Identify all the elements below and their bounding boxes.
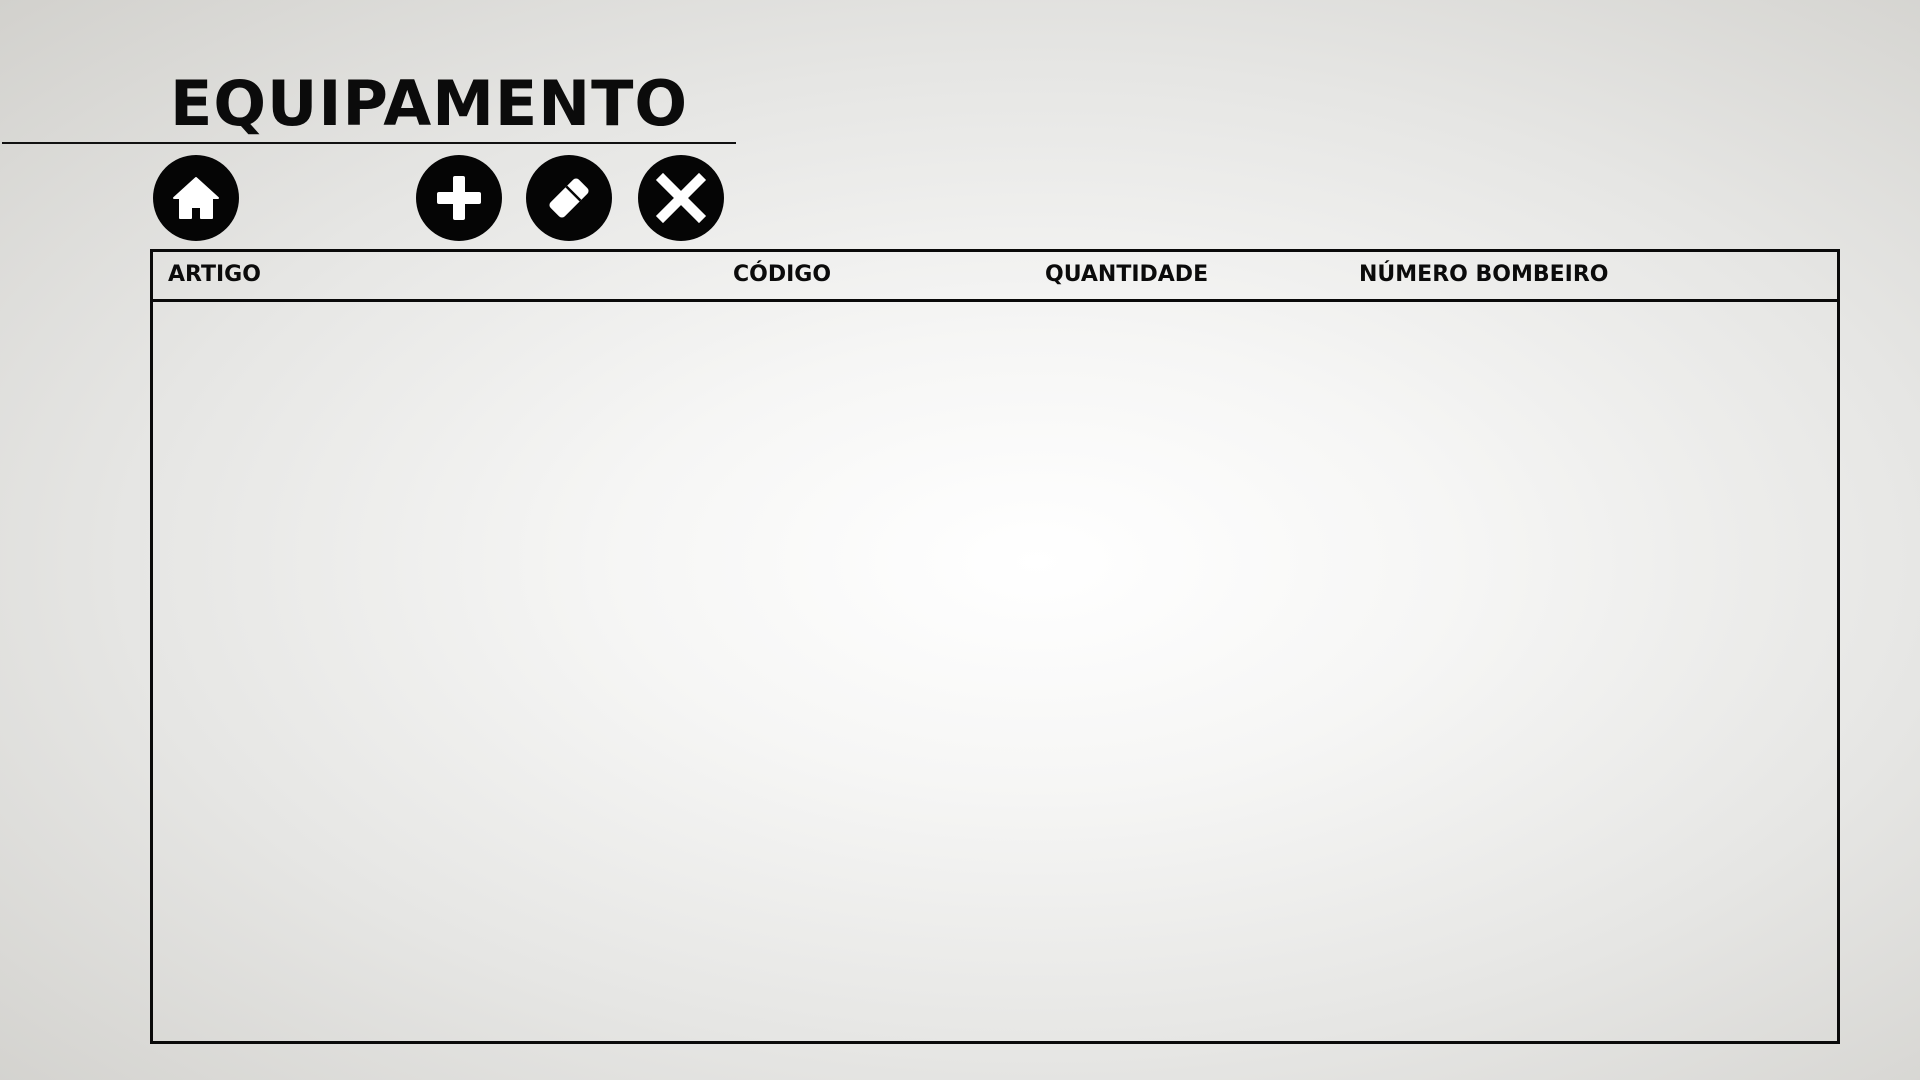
home-icon [168, 170, 224, 226]
column-header-numero-bombeiro[interactable]: NÚMERO BOMBEIRO [1359, 261, 1609, 289]
column-header-quantidade[interactable]: QUANTIDADE [1045, 261, 1208, 289]
home-button[interactable] [153, 155, 239, 241]
eraser-icon [541, 170, 597, 226]
add-button[interactable] [416, 155, 502, 241]
plus-icon [431, 170, 487, 226]
page-title: EQUIPAMENTO [170, 67, 689, 140]
title-divider [2, 142, 736, 144]
column-header-codigo[interactable]: CÓDIGO [733, 261, 831, 289]
table-body[interactable] [153, 302, 1837, 1041]
delete-button[interactable] [638, 155, 724, 241]
column-header-artigo[interactable]: ARTIGO [168, 261, 261, 289]
equipment-table[interactable]: ARTIGO CÓDIGO QUANTIDADE NÚMERO BOMBEIRO [150, 249, 1840, 1044]
close-icon [653, 170, 709, 226]
table-header: ARTIGO CÓDIGO QUANTIDADE NÚMERO BOMBEIRO [153, 252, 1837, 302]
edit-button[interactable] [526, 155, 612, 241]
